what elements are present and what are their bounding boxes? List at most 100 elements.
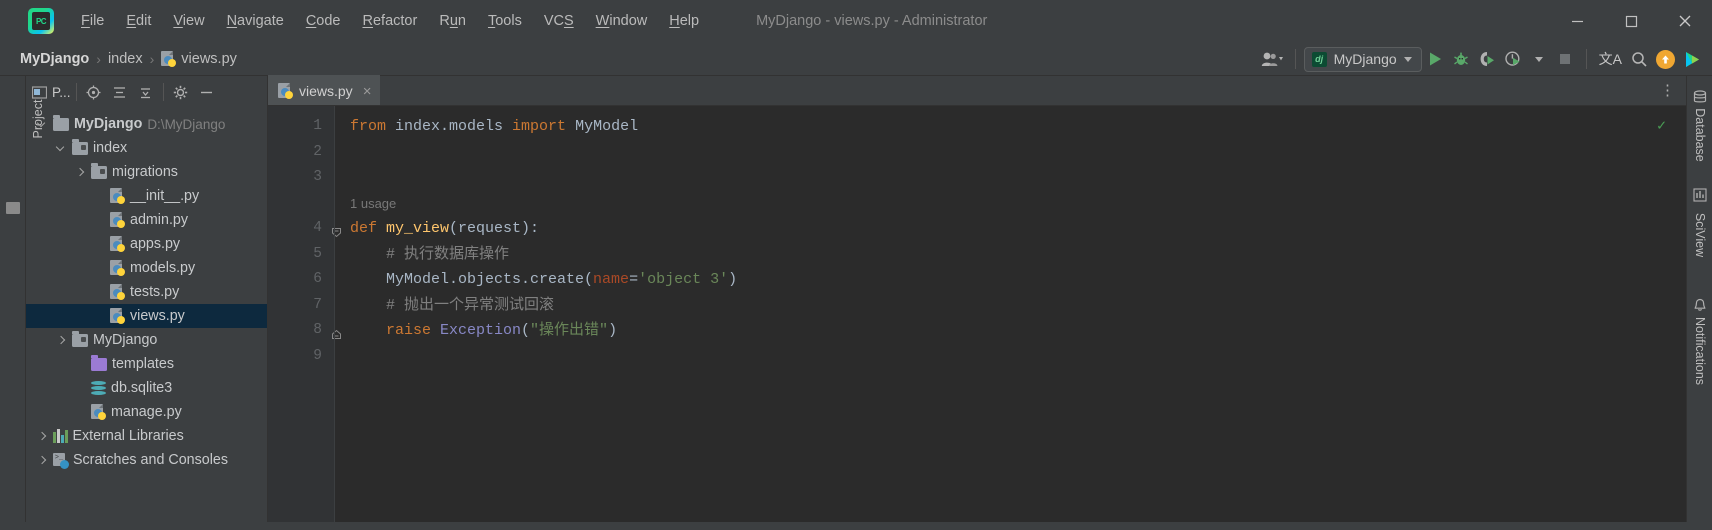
chevron-right-icon[interactable] [36,454,48,466]
collapse-all-button[interactable] [108,80,132,104]
tree-item-label: apps.py [130,236,181,252]
python-file-icon [110,260,125,276]
ide-play-button[interactable] [1679,46,1706,72]
pycharm-logo-text: PC [35,16,47,26]
close-button[interactable] [1658,0,1712,42]
tree-item-templates[interactable]: templates [26,352,267,376]
run-configuration-selector[interactable]: dj MyDjango [1303,46,1422,72]
tree-item-models-py[interactable]: models.py [26,256,267,280]
breadcrumb-project[interactable]: MyDjango [20,51,89,67]
menu-navigate[interactable]: Navigate [216,9,295,33]
chevron-right-icon[interactable] [36,430,48,442]
tree-item-tests-py[interactable]: tests.py [26,280,267,304]
templates-folder-icon [91,354,107,371]
translate-icon: 文A [1598,51,1622,67]
breadcrumb-separator-2: › [149,50,155,67]
tree-item-views-py[interactable]: views.py [26,304,267,328]
menu-edit[interactable]: Edit [115,9,162,33]
editor-tab-bar: views.py × ⋮ [268,75,1686,106]
expand-all-button[interactable] [134,80,158,104]
update-icon [1656,49,1675,69]
tree-item-init-py[interactable]: __init__.py [26,184,267,208]
hide-panel-button[interactable] [195,80,219,104]
editor-tab-views-py[interactable]: views.py × [268,75,381,105]
menu-code[interactable]: Code [295,9,352,33]
notifications-icon[interactable] [1693,298,1707,312]
tree-item-label: db.sqlite3 [111,380,173,396]
tree-item-db-sqlite3[interactable]: db.sqlite3 [26,376,267,400]
run-button[interactable] [1422,46,1448,72]
keyword-from: from [350,118,387,135]
menu-view[interactable]: View [162,9,215,33]
inspection-status-icon[interactable]: ✓ [1657,116,1666,135]
tree-item-label: tests.py [130,284,180,300]
breadcrumb-file[interactable]: views.py [161,50,237,67]
function-name: my_view [377,220,450,237]
menu-help[interactable]: Help [658,9,710,33]
stop-button[interactable] [1552,46,1578,72]
tree-item-mydjango[interactable]: MyDjango D:\MyDjango [26,112,267,136]
translate-button[interactable]: 文A [1595,46,1626,72]
editor-options-button[interactable]: ⋮ [1660,81,1676,99]
tree-item-external-libraries[interactable]: External Libraries [26,424,267,448]
tree-item-index[interactable]: index [26,136,267,160]
code-editor[interactable]: 1 2 3 . 4 5 6 7 8 [268,106,1686,530]
run-with-coverage-button[interactable] [1474,46,1500,72]
tree-item-scratches-and-consoles[interactable]: >_ Scratches and Consoles [26,448,267,472]
tree-item-admin-py[interactable]: admin.py [26,208,267,232]
pycharm-logo-icon: PC [28,8,54,34]
chevron-down-icon[interactable] [36,118,48,130]
locate-file-button[interactable] [82,80,106,104]
profiler-dropdown[interactable] [1526,46,1552,72]
chevron-right-icon[interactable] [74,166,86,178]
comment: # 抛出一个异常测试回滚 [350,296,555,314]
debug-button[interactable] [1448,46,1474,72]
breadcrumb: MyDjango › index › views.py [20,50,237,67]
chevron-right-icon[interactable] [55,334,67,346]
keyword-raise: raise [350,322,432,339]
usage-inlay-hint[interactable]: 1 usage [334,191,1686,217]
tree-item-mydjango[interactable]: MyDjango [26,328,267,352]
equals-sign: = [629,271,639,288]
tool-window-sciview-button[interactable]: SciView [1693,213,1707,257]
maximize-button[interactable] [1604,0,1658,42]
profiler-button[interactable] [1500,46,1526,72]
main-area: Project P... MyDjango D:\MyDjango index … [0,75,1712,530]
tree-item-label: External Libraries [72,428,184,444]
python-file-icon [110,284,125,300]
chevron-down-icon[interactable] [55,142,67,154]
folder-icon [53,114,69,131]
account-button[interactable] [1257,46,1287,72]
editor-tab-label: views.py [299,83,353,99]
database-icon[interactable] [1693,90,1707,104]
settings-gear-button[interactable] [169,80,193,104]
tool-window-notifications-button[interactable]: Notifications [1693,317,1707,385]
menu-file[interactable]: File [70,9,115,33]
tree-item-manage-py[interactable]: manage.py [26,400,267,424]
search-button[interactable] [1626,46,1652,72]
module-folder-icon [91,162,107,179]
tree-item-apps-py[interactable]: apps.py [26,232,267,256]
menu-run[interactable]: Run [428,9,477,33]
tool-window-database-button[interactable]: Database [1693,108,1707,162]
menu-window[interactable]: Window [585,9,659,33]
breadcrumb-folder[interactable]: index [108,51,143,67]
tree-item-migrations[interactable]: migrations [26,160,267,184]
project-structure-icon[interactable] [6,202,20,214]
code-content[interactable]: from index.models import MyModel 1 usage… [334,106,1686,530]
tree-item-label: index [93,140,128,156]
sciview-icon[interactable] [1693,188,1707,202]
close-tab-icon[interactable]: × [363,83,372,100]
menu-vcs[interactable]: VCS [533,9,585,33]
menu-refactor[interactable]: Refactor [352,9,429,33]
minimize-button[interactable] [1550,0,1604,42]
close-paren: ) [728,271,738,288]
menu-tools[interactable]: Tools [477,9,533,33]
left-tool-rail: Project [0,76,45,530]
update-button[interactable] [1652,46,1679,72]
sqlite-database-icon [91,380,106,396]
tree-item-label: views.py [130,308,185,324]
python-file-icon [161,50,177,67]
